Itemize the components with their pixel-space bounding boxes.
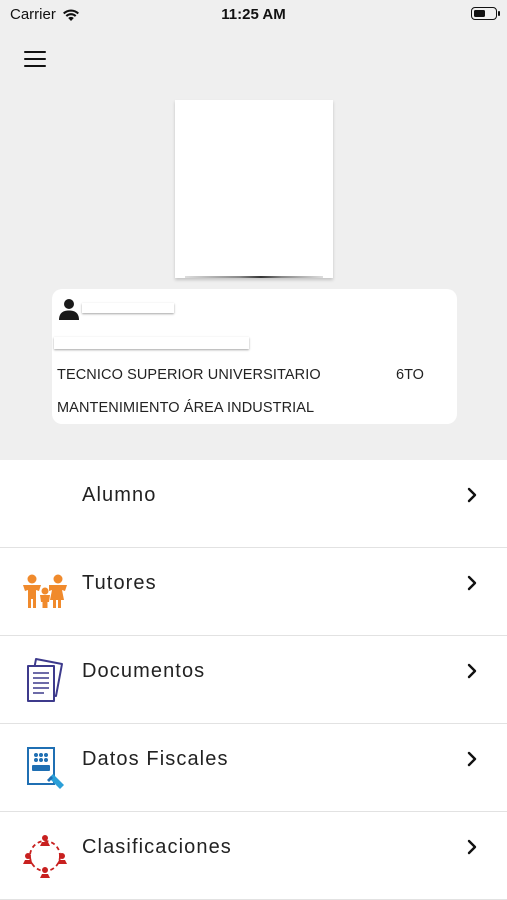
grade-label: 6TO — [396, 367, 424, 383]
chevron-right-icon — [467, 575, 477, 591]
menu-item-label: Documentos — [82, 660, 206, 682]
status-bar: Carrier 11:25 AM — [0, 0, 507, 30]
student-id-redacted — [54, 337, 249, 349]
student-name-redacted — [82, 303, 174, 313]
menu-item-label: Alumno — [82, 484, 157, 506]
chevron-right-icon — [467, 487, 477, 503]
hamburger-menu-icon[interactable] — [22, 48, 48, 70]
battery-level — [473, 9, 485, 17]
menu-item-datos-fiscales[interactable]: Datos Fiscales — [0, 724, 507, 812]
menu-item-label: Tutores — [82, 572, 157, 594]
menu-item-label: Clasificaciones — [82, 836, 232, 858]
battery-icon — [471, 7, 500, 20]
menu-item-clasificaciones[interactable]: Clasificaciones — [0, 812, 507, 900]
menu-list: Alumno Tutores Documentos Datos Fiscales… — [0, 460, 507, 900]
menu-item-label: Datos Fiscales — [82, 748, 229, 770]
chevron-right-icon — [467, 663, 477, 679]
chevron-right-icon — [467, 839, 477, 855]
status-time: 11:25 AM — [221, 6, 286, 23]
menu-item-documentos[interactable]: Documentos — [0, 636, 507, 724]
documents-icon — [27, 658, 63, 702]
career-label: MANTENIMIENTO ÁREA INDUSTRIAL — [57, 400, 315, 416]
family-icon — [23, 574, 67, 608]
program-label: TECNICO SUPERIOR UNIVERSITARIO — [57, 367, 321, 383]
person-icon — [59, 299, 79, 320]
chevron-right-icon — [467, 751, 477, 767]
menu-item-alumno[interactable]: Alumno — [0, 460, 507, 548]
profile-photo — [175, 100, 333, 278]
network-people-icon — [23, 835, 67, 878]
profile-card: TECNICO SUPERIOR UNIVERSITARIO 6TO MANTE… — [52, 289, 457, 424]
sat-icon — [27, 747, 64, 789]
menu-item-tutores[interactable]: Tutores — [0, 548, 507, 636]
